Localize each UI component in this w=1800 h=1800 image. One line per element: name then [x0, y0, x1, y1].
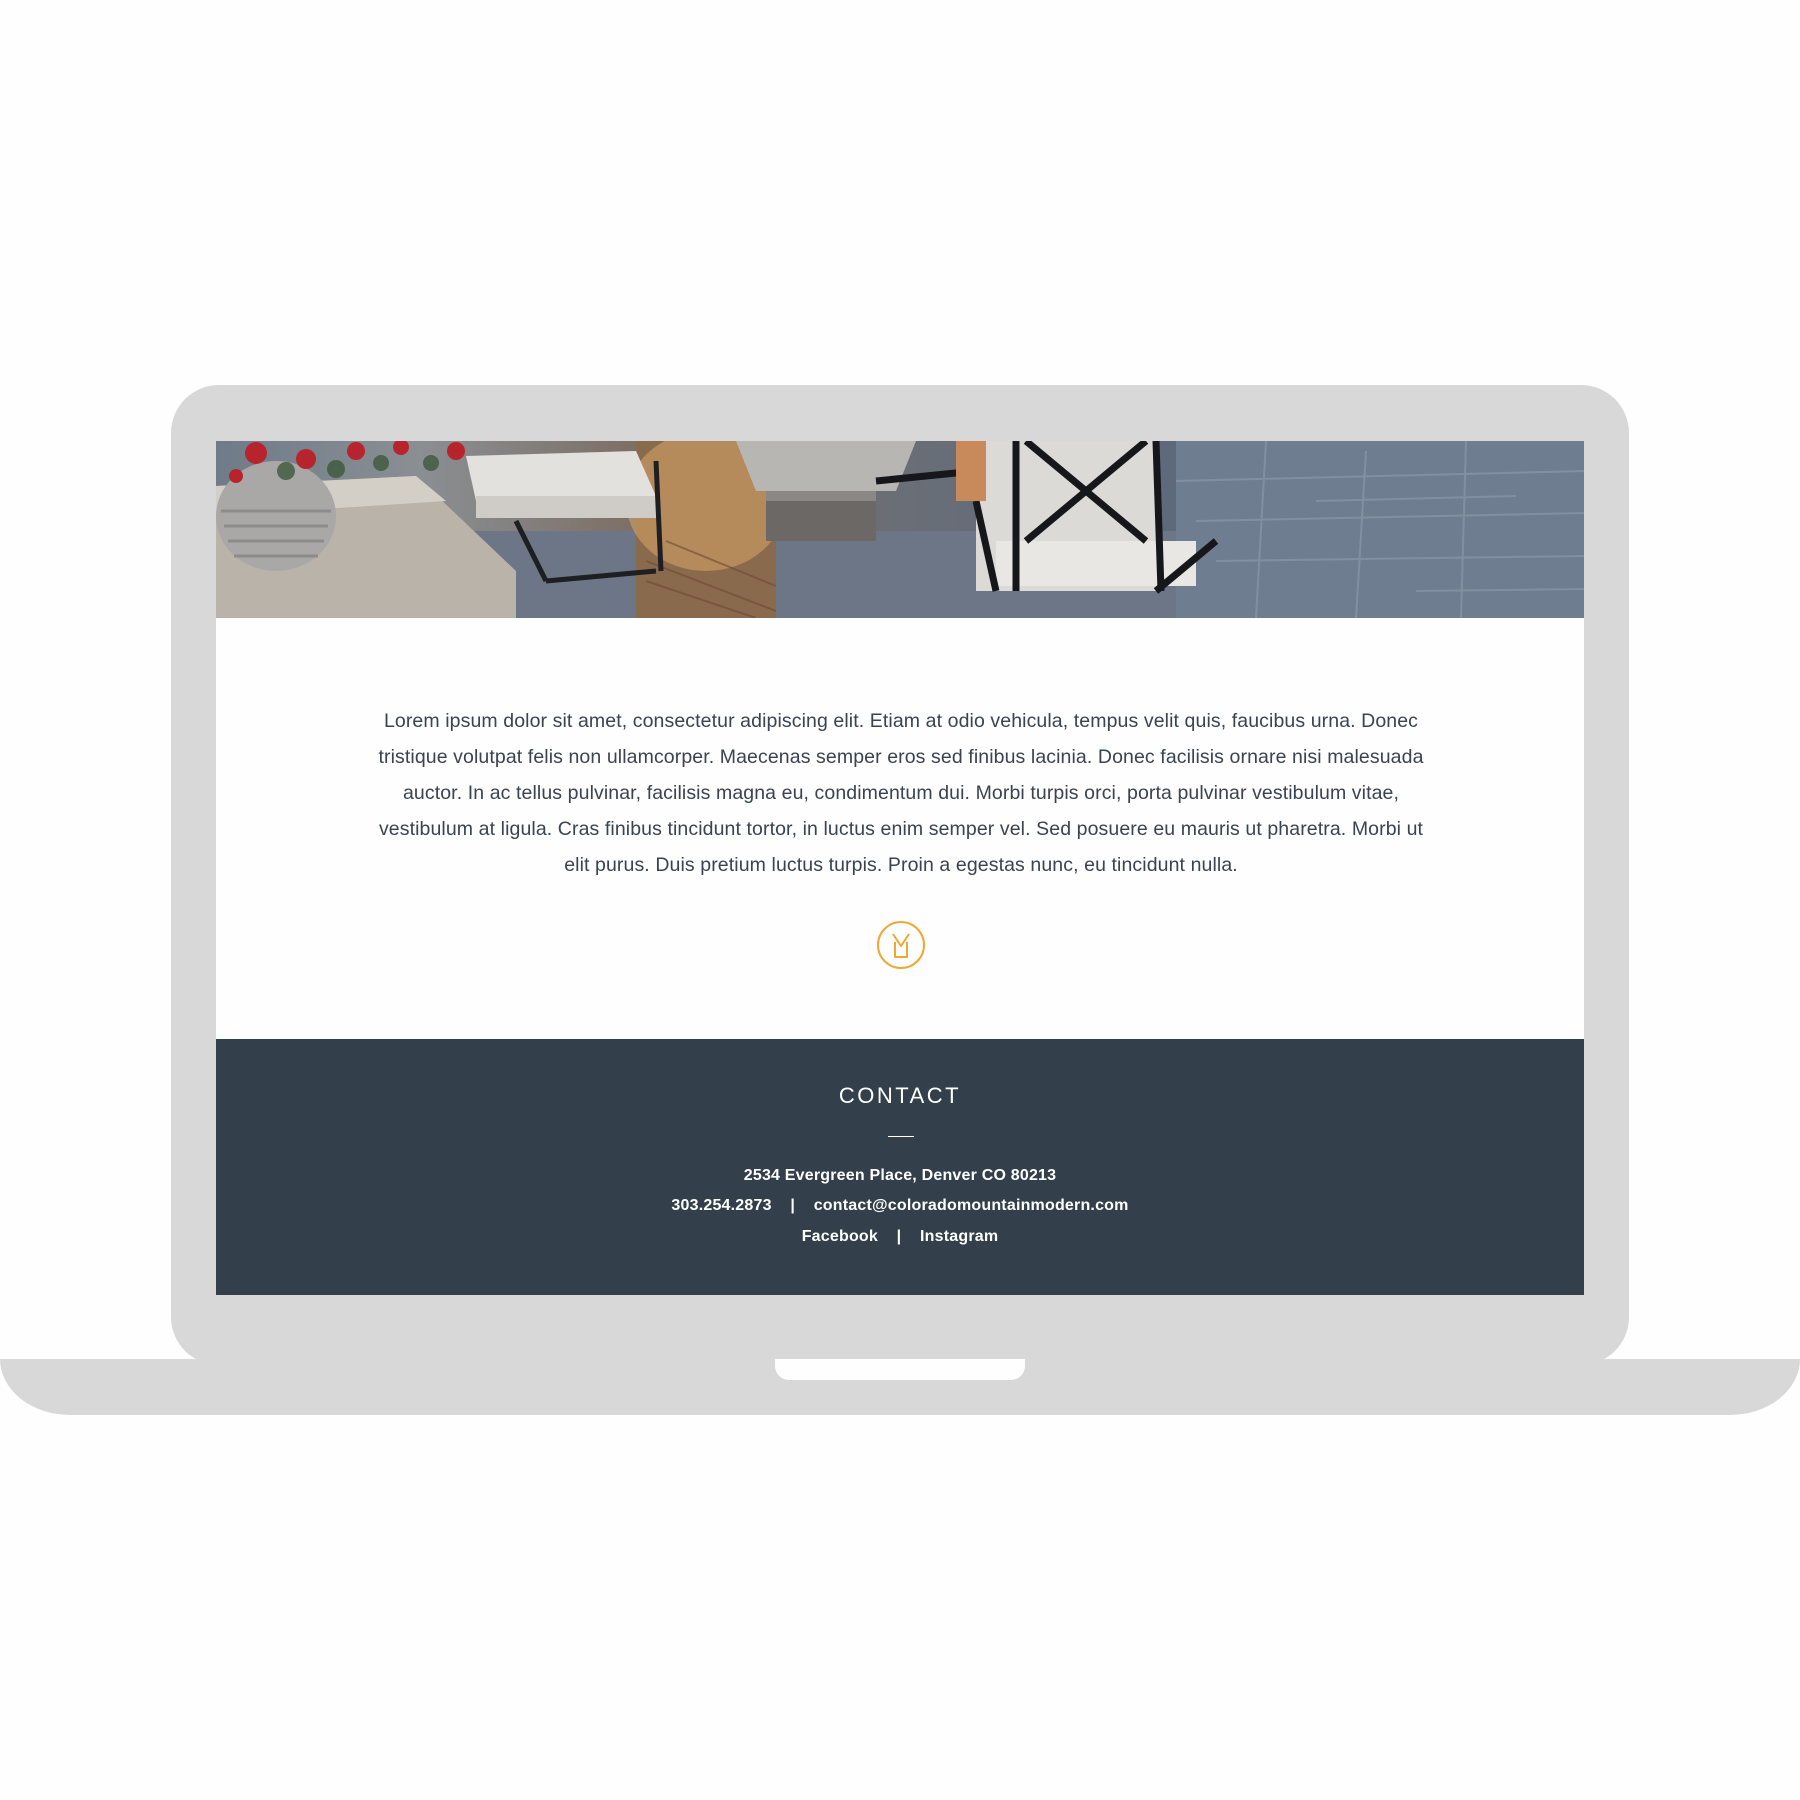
heading-divider	[888, 1136, 914, 1137]
separator: |	[896, 1228, 902, 1245]
instagram-link[interactable]: Instagram	[920, 1228, 998, 1245]
address-line: 2534 Evergreen Place, Denver CO 80213	[216, 1167, 1584, 1185]
facebook-link[interactable]: Facebook	[802, 1228, 878, 1245]
website-screen: Lorem ipsum dolor sit amet, consectetur …	[216, 441, 1584, 1295]
intro-paragraph: Lorem ipsum dolor sit amet, consectetur …	[378, 709, 1424, 876]
social-links-line: Facebook | Instagram	[216, 1228, 1584, 1246]
patio-illustration	[216, 441, 1584, 618]
separator: |	[790, 1197, 796, 1214]
email-link[interactable]: contact@coloradomountainmodern.com	[814, 1197, 1129, 1214]
m-monogram-icon[interactable]	[876, 920, 926, 970]
address-text: 2534 Evergreen Place, Denver CO 80213	[743, 1167, 1057, 1184]
hero-patio-image	[216, 441, 1584, 618]
phone-email-line: 303.254.2873 | contact@coloradomountainm…	[216, 1197, 1584, 1215]
contact-heading: CONTACT	[838, 1083, 962, 1108]
phone-link[interactable]: 303.254.2873	[671, 1197, 771, 1214]
laptop-notch	[775, 1359, 1025, 1380]
contact-footer: CONTACT 2534 Evergreen Place, Denver CO …	[216, 1039, 1584, 1295]
